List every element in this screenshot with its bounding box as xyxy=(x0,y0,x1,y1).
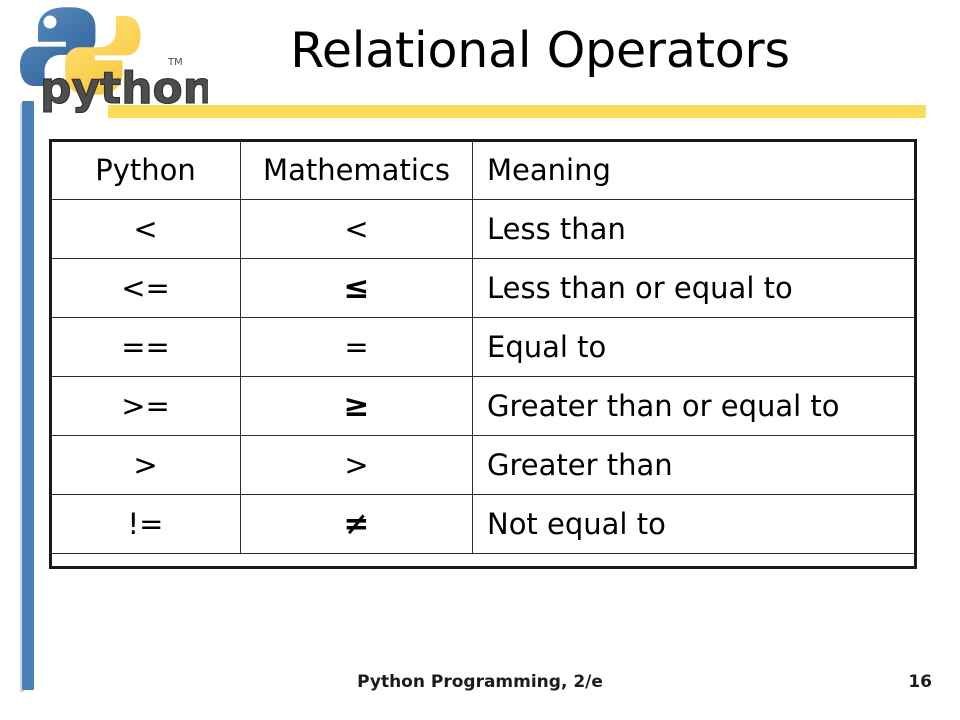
relational-operators-table: Python Mathematics Meaning < < Less than… xyxy=(50,140,917,554)
cell-python-operator: > xyxy=(50,435,241,495)
column-header-meaning: Meaning xyxy=(472,140,917,200)
cell-math-symbol: = xyxy=(240,317,473,377)
slide-canvas: python TM Relational Operators Python Ma… xyxy=(0,0,960,720)
cell-math-symbol: ≤ xyxy=(240,258,473,318)
python-logo-blue-eye xyxy=(43,15,57,29)
python-logo: python TM xyxy=(8,2,208,120)
cell-python-operator: == xyxy=(50,317,241,377)
table-row: == = Equal to xyxy=(50,317,917,377)
cell-python-operator: != xyxy=(50,494,241,554)
cell-math-symbol: > xyxy=(240,435,473,495)
page-number: 16 xyxy=(908,672,932,692)
footer-text: Python Programming, 2/e xyxy=(357,672,603,692)
cell-python-operator: >= xyxy=(50,376,241,436)
cell-math-symbol: < xyxy=(240,199,473,259)
table-row: != ≠ Not equal to xyxy=(50,494,917,554)
left-accent-bar xyxy=(22,101,34,690)
table-row: < < Less than xyxy=(50,199,917,259)
cell-python-operator: <= xyxy=(50,258,241,318)
cell-python-operator: < xyxy=(50,199,241,259)
cell-meaning: Not equal to xyxy=(472,494,917,554)
column-header-python: Python xyxy=(50,140,241,200)
cell-math-symbol: ≥ xyxy=(240,376,473,436)
title-underline-rule xyxy=(108,105,926,118)
cell-meaning: Less than or equal to xyxy=(472,258,917,318)
table-row: > > Greater than xyxy=(50,435,917,495)
table-row: <= ≤ Less than or equal to xyxy=(50,258,917,318)
cell-meaning: Equal to xyxy=(472,317,917,377)
cell-meaning: Greater than or equal to xyxy=(472,376,917,436)
page-title: Relational Operators xyxy=(290,22,790,79)
cell-math-symbol: ≠ xyxy=(240,494,473,554)
table-header-row: Python Mathematics Meaning xyxy=(50,140,917,200)
table-row: >= ≥ Greater than or equal to xyxy=(50,376,917,436)
cell-meaning: Greater than xyxy=(472,435,917,495)
column-header-mathematics: Mathematics xyxy=(240,140,473,200)
cell-meaning: Less than xyxy=(472,199,917,259)
